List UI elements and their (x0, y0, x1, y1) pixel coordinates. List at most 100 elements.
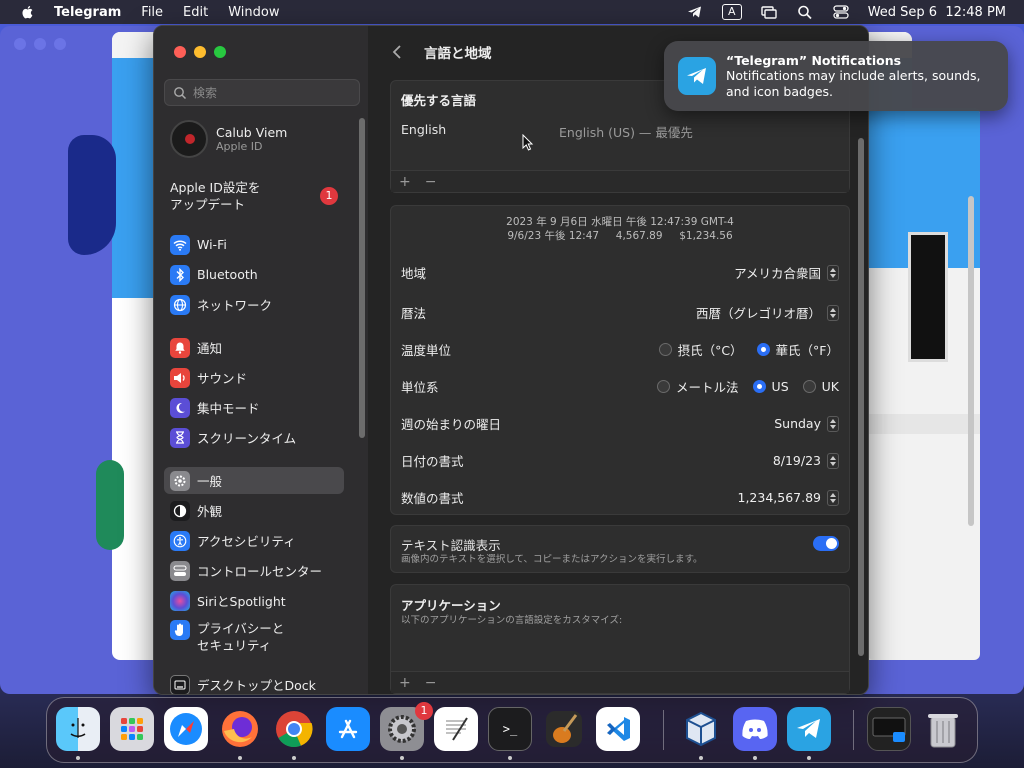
dock-vscode-icon[interactable] (596, 707, 640, 751)
temperature-row: 温度単位 摂氏（°C） 華氏（°F） (401, 340, 839, 359)
units-us-radio[interactable]: US (752, 379, 789, 394)
sidebar-item-siri-spotlight[interactable]: SiriとSpotlight (164, 587, 344, 614)
temperature-label: 温度単位 (401, 343, 452, 358)
menu-edit[interactable]: Edit (183, 5, 208, 20)
sidebar-item-label: SiriとSpotlight (197, 594, 286, 609)
sidebar-item-label: 通知 (197, 341, 223, 356)
window-controls (174, 46, 226, 58)
remove-app-button[interactable]: − (425, 675, 437, 691)
dock-textedit-icon[interactable] (434, 707, 478, 751)
sidebar-item-appearance[interactable]: 外観 (164, 497, 344, 524)
page-title: 言語と地域 (424, 46, 492, 62)
measurement-label: 単位系 (401, 380, 439, 395)
minimize-button[interactable] (194, 46, 206, 58)
dock-trash-icon[interactable] (921, 707, 965, 751)
first-day-select[interactable]: Sunday (774, 415, 839, 432)
sidebar-item-label: ネットワーク (197, 298, 273, 313)
sidebar-item-wifi[interactable]: Wi-Fi (164, 231, 344, 258)
dock-telegram-icon[interactable] (787, 707, 831, 751)
menu-window[interactable]: Window (228, 5, 279, 20)
first-day-label: 週の始まりの曜日 (401, 417, 502, 432)
sidebar-item-screen-time[interactable]: スクリーンタイム (164, 424, 344, 451)
sidebar-scrollbar[interactable] (359, 118, 365, 438)
search-icon (174, 86, 187, 99)
units-uk-radio[interactable]: UK (802, 379, 839, 394)
apple-id-update-item[interactable]: Apple ID設定を アップデート (170, 179, 320, 213)
remove-language-button[interactable]: − (425, 174, 437, 190)
input-source-indicator[interactable]: A (721, 4, 742, 20)
sidebar-item-desktop-dock[interactable]: デスクトップとDock (164, 671, 344, 694)
sidebar-item-network[interactable]: ネットワーク (164, 291, 344, 318)
number-format-select[interactable]: 1,234,567.89 (738, 489, 839, 506)
hand-icon (170, 620, 190, 640)
background-illustration (68, 135, 116, 255)
dock-garageband-icon[interactable] (542, 707, 586, 751)
dock-terminal-icon[interactable]: >_ (488, 707, 532, 751)
main-scrollbar[interactable] (858, 138, 864, 656)
units-metric-radio[interactable]: メートル法 (657, 377, 739, 396)
sidebar-item-accessibility[interactable]: アクセシビリティ (164, 527, 344, 554)
dock-screenshot-thumbnail-icon[interactable] (867, 707, 911, 751)
moon-icon (170, 397, 190, 418)
calendar-row: 暦法 西暦（グレゴリオ暦） (401, 303, 839, 322)
dock-virtualbox-icon[interactable] (679, 707, 723, 751)
apple-id-profile[interactable]: Calub Viem Apple ID (170, 120, 287, 158)
updown-chevron-icon (827, 452, 839, 469)
dock-finder-icon[interactable] (56, 707, 100, 751)
temperature-fahrenheit-radio[interactable]: 華氏（°F） (756, 340, 839, 359)
dock-discord-icon[interactable] (733, 707, 777, 751)
background-right-window[interactable] (868, 108, 980, 660)
sidebar-item-control-center[interactable]: コントロールセンター (164, 557, 344, 584)
live-text-toggle[interactable] (813, 536, 839, 551)
zoom-button[interactable] (214, 46, 226, 58)
spotlight-search-icon[interactable] (796, 4, 814, 20)
screen-mirroring-icon[interactable] (760, 4, 778, 20)
menu-file[interactable]: File (141, 5, 163, 20)
add-language-button[interactable]: + (399, 174, 411, 190)
sidebar-item-general[interactable]: 一般 (164, 467, 344, 494)
profile-subtitle: Apple ID (216, 140, 263, 153)
menu-clock[interactable]: Wed Sep 6 12:48 PM (868, 5, 1006, 20)
telegram-notification[interactable]: “Telegram” Notifications Notifications m… (664, 41, 1008, 111)
language-row[interactable]: English English (US) — 最優先 (401, 122, 841, 140)
sidebar-item-notifications[interactable]: 通知 (164, 334, 344, 361)
apps-add-remove-bar: + − (391, 671, 849, 693)
calendar-select[interactable]: 西暦（グレゴリオ暦） (696, 303, 839, 322)
updown-chevron-icon (827, 415, 839, 432)
background-scrollbar[interactable] (968, 196, 974, 526)
avatar (170, 120, 208, 158)
add-app-button[interactable]: + (399, 675, 411, 691)
hourglass-icon (170, 427, 190, 448)
updown-chevron-icon (827, 304, 839, 321)
back-chevron-icon[interactable] (390, 44, 404, 60)
sidebar-item-privacy-security[interactable]: プライバシーと セキュリティ (164, 618, 344, 654)
background-window-controls (14, 38, 66, 50)
apple-menu-icon[interactable] (20, 4, 36, 20)
control-center-icon[interactable] (832, 4, 850, 20)
menu-app-name[interactable]: Telegram (54, 5, 121, 20)
sidebar-item-sound[interactable]: サウンド (164, 364, 344, 391)
background-illustration-2 (96, 460, 124, 550)
dock-app-store-icon[interactable] (326, 707, 370, 751)
search-placeholder: 検索 (193, 86, 218, 100)
sidebar-item-label: デスクトップとDock (197, 678, 316, 693)
dock-settings-badge: 1 (415, 702, 433, 720)
sidebar-item-focus[interactable]: 集中モード (164, 394, 344, 421)
temperature-celsius-radio[interactable]: 摂氏（°C） (658, 340, 743, 359)
measurement-row: 単位系 メートル法 US UK (401, 377, 839, 396)
sidebar-search-input[interactable]: 検索 (164, 79, 360, 106)
dock-chrome-icon[interactable] (272, 707, 316, 751)
updown-chevron-icon (827, 489, 839, 506)
dock-launchpad-icon[interactable] (110, 707, 154, 751)
dock-safari-icon[interactable] (164, 707, 208, 751)
region-select[interactable]: アメリカ合衆国 (734, 263, 839, 282)
settings-sidebar: 検索 Calub Viem Apple ID Apple ID設定を アップデー… (154, 26, 368, 694)
telegram-status-icon[interactable] (686, 4, 704, 20)
calendar-label: 暦法 (401, 306, 427, 321)
dock-firefox-icon[interactable] (218, 707, 262, 751)
sidebar-item-bluetooth[interactable]: Bluetooth (164, 261, 344, 288)
close-button[interactable] (174, 46, 186, 58)
sidebar-item-label: スクリーンタイム (197, 431, 297, 446)
bell-icon (170, 337, 190, 358)
date-format-select[interactable]: 8/19/23 (773, 452, 839, 469)
